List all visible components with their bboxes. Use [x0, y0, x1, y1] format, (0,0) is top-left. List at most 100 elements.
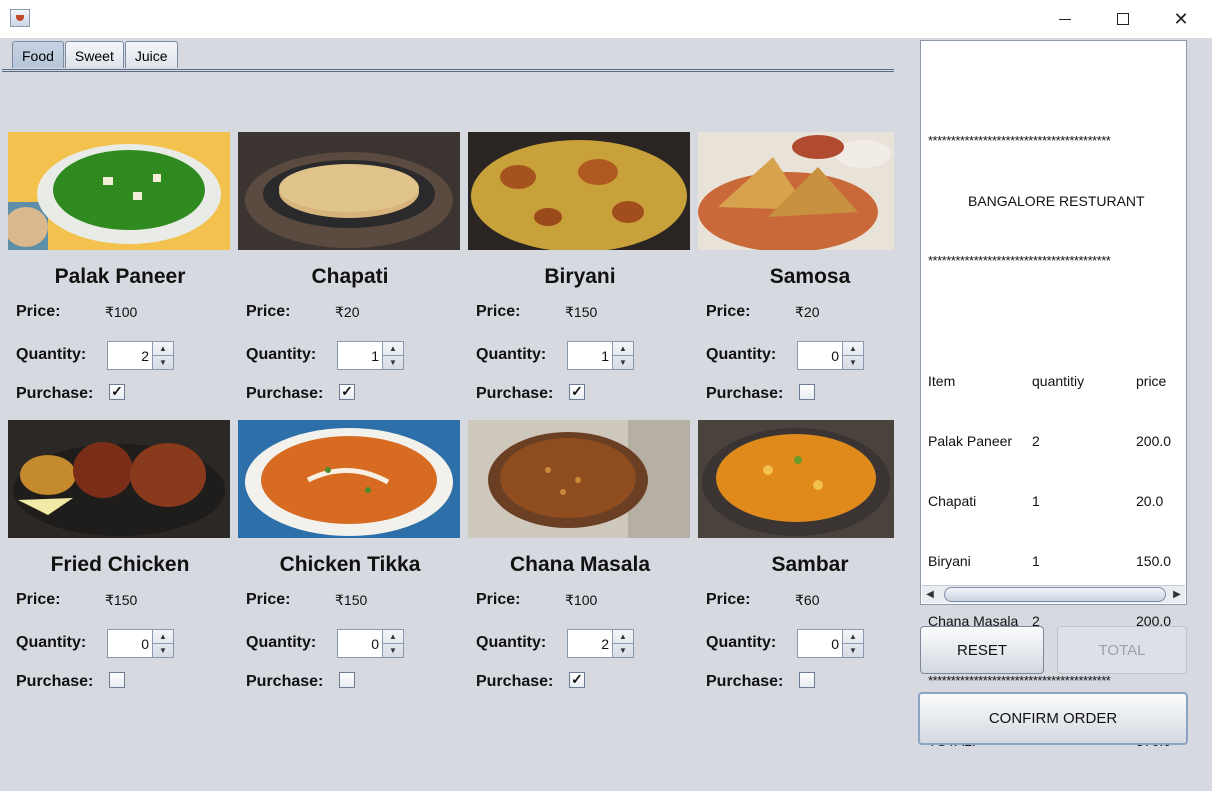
purchase-checkbox[interactable] — [799, 672, 815, 688]
receipt-price: 200.0 — [1136, 433, 1172, 449]
increment-arrow-icon[interactable]: ▲ — [613, 342, 633, 356]
quantity-value[interactable]: 0 — [371, 636, 379, 652]
decrement-arrow-icon[interactable]: ▼ — [153, 644, 173, 657]
purchase-label: Purchase: — [246, 673, 324, 690]
palak-paneer-image — [8, 132, 230, 250]
spinner-buttons: ▲ ▼ — [612, 630, 633, 657]
biryani-image — [468, 132, 690, 250]
receipt-separator: **************************************** — [928, 673, 1111, 688]
purchase-checkbox[interactable] — [799, 384, 815, 400]
purchase-label: Purchase: — [16, 385, 94, 402]
decrement-arrow-icon[interactable]: ▼ — [613, 644, 633, 657]
quantity-spinner[interactable]: 1 ▲ ▼ — [337, 341, 404, 370]
price-label: Price: — [16, 303, 61, 320]
quantity-value[interactable]: 1 — [601, 348, 609, 364]
quantity-value[interactable]: 0 — [831, 636, 839, 652]
food-card-palak-paneer: Palak Paneer Price: ₹100 Quantity: 2 ▲ ▼… — [8, 132, 232, 422]
item-name: Samosa — [769, 265, 851, 288]
quantity-value[interactable]: 2 — [601, 636, 609, 652]
price-value: ₹150 — [105, 592, 138, 608]
minimize-button[interactable] — [1036, 0, 1094, 38]
spinner-buttons: ▲ ▼ — [842, 342, 863, 369]
receipt-qty: 1 — [1032, 553, 1040, 569]
quantity-spinner[interactable]: 0 ▲ ▼ — [107, 629, 174, 658]
purchase-checkbox[interactable] — [109, 672, 125, 688]
purchase-checkbox[interactable]: ✓ — [569, 672, 585, 688]
item-name: Sambar — [771, 553, 849, 576]
maximize-button[interactable] — [1094, 0, 1152, 38]
quantity-value[interactable]: 0 — [831, 348, 839, 364]
chana-masala-image — [468, 420, 690, 538]
receipt-row: Biryani 1 150.0 — [928, 551, 1186, 571]
quantity-value[interactable]: 1 — [371, 348, 379, 364]
purchase-label: Purchase: — [706, 385, 784, 402]
increment-arrow-icon[interactable]: ▲ — [153, 630, 173, 644]
receipt-item: Biryani — [928, 553, 971, 569]
food-card-sambar: Sambar Price: ₹60 Quantity: 0 ▲ ▼ Purcha… — [698, 420, 922, 710]
decrement-arrow-icon[interactable]: ▼ — [383, 644, 403, 657]
maximize-icon — [1117, 13, 1129, 25]
chapati-image — [238, 132, 460, 250]
quantity-spinner[interactable]: 0 ▲ ▼ — [797, 341, 864, 370]
quantity-spinner[interactable]: 2 ▲ ▼ — [567, 629, 634, 658]
chicken-tikka-image — [238, 420, 460, 538]
close-button[interactable]: ✕ — [1152, 0, 1210, 38]
item-name: Chicken Tikka — [279, 553, 421, 576]
purchase-label: Purchase: — [246, 385, 324, 402]
java-app-icon — [10, 9, 30, 27]
purchase-checkbox[interactable]: ✓ — [339, 384, 355, 400]
receipt-text-area[interactable]: ****************************************… — [920, 40, 1187, 749]
increment-arrow-icon[interactable]: ▲ — [613, 630, 633, 644]
price-label: Price: — [706, 303, 751, 320]
decrement-arrow-icon[interactable]: ▼ — [613, 356, 633, 369]
quantity-spinner[interactable]: 1 ▲ ▼ — [567, 341, 634, 370]
spinner-buttons: ▲ ▼ — [612, 342, 633, 369]
quantity-value[interactable]: 0 — [141, 636, 149, 652]
increment-arrow-icon[interactable]: ▲ — [383, 342, 403, 356]
price-label: Price: — [246, 303, 291, 320]
purchase-checkbox[interactable] — [339, 672, 355, 688]
price-label: Price: — [706, 591, 751, 608]
tab-food[interactable]: Food — [12, 41, 64, 68]
reset-button[interactable]: RESET — [920, 626, 1044, 674]
tab-sweet[interactable]: Sweet — [64, 41, 124, 68]
scroll-thumb[interactable] — [944, 587, 1166, 602]
decrement-arrow-icon[interactable]: ▼ — [383, 356, 403, 369]
decrement-arrow-icon[interactable]: ▼ — [843, 644, 863, 657]
spinner-buttons: ▲ ▼ — [382, 342, 403, 369]
purchase-label: Purchase: — [476, 385, 554, 402]
samosa-image — [698, 132, 894, 250]
decrement-arrow-icon[interactable]: ▼ — [153, 356, 173, 369]
price-label: Price: — [246, 591, 291, 608]
minimize-icon — [1059, 18, 1071, 20]
item-name: Biryani — [544, 265, 616, 288]
scroll-right-icon[interactable]: ▶ — [1169, 587, 1185, 602]
receipt-col-quantity: quantitiy — [1032, 373, 1085, 389]
decrement-arrow-icon[interactable]: ▼ — [843, 356, 863, 369]
receipt-col-item: Item — [928, 373, 956, 389]
quantity-value[interactable]: 2 — [141, 348, 149, 364]
purchase-checkbox[interactable]: ✓ — [109, 384, 125, 400]
quantity-spinner[interactable]: 0 ▲ ▼ — [797, 629, 864, 658]
price-value: ₹100 — [565, 592, 598, 608]
price-value: ₹150 — [335, 592, 368, 608]
receipt-qty: 1 — [1032, 493, 1040, 509]
tab-juice[interactable]: Juice — [124, 41, 178, 68]
close-icon: ✕ — [1173, 9, 1189, 29]
confirm-order-button[interactable]: CONFIRM ORDER — [918, 692, 1188, 745]
horizontal-scrollbar[interactable]: ◀ ▶ — [922, 585, 1185, 603]
quantity-spinner[interactable]: 0 ▲ ▼ — [337, 629, 404, 658]
purchase-checkbox[interactable]: ✓ — [569, 384, 585, 400]
food-card-chicken-tikka: Chicken Tikka Price: ₹150 Quantity: 0 ▲ … — [238, 420, 462, 710]
quantity-label: Quantity: — [476, 634, 547, 651]
increment-arrow-icon[interactable]: ▲ — [153, 342, 173, 356]
increment-arrow-icon[interactable]: ▲ — [383, 630, 403, 644]
price-value: ₹150 — [565, 304, 598, 320]
total-button[interactable]: TOTAL — [1057, 626, 1187, 674]
increment-arrow-icon[interactable]: ▲ — [843, 342, 863, 356]
receipt-separator: **************************************** — [928, 253, 1111, 268]
increment-arrow-icon[interactable]: ▲ — [843, 630, 863, 644]
price-label: Price: — [476, 303, 521, 320]
quantity-spinner[interactable]: 2 ▲ ▼ — [107, 341, 174, 370]
scroll-left-icon[interactable]: ◀ — [922, 587, 938, 602]
